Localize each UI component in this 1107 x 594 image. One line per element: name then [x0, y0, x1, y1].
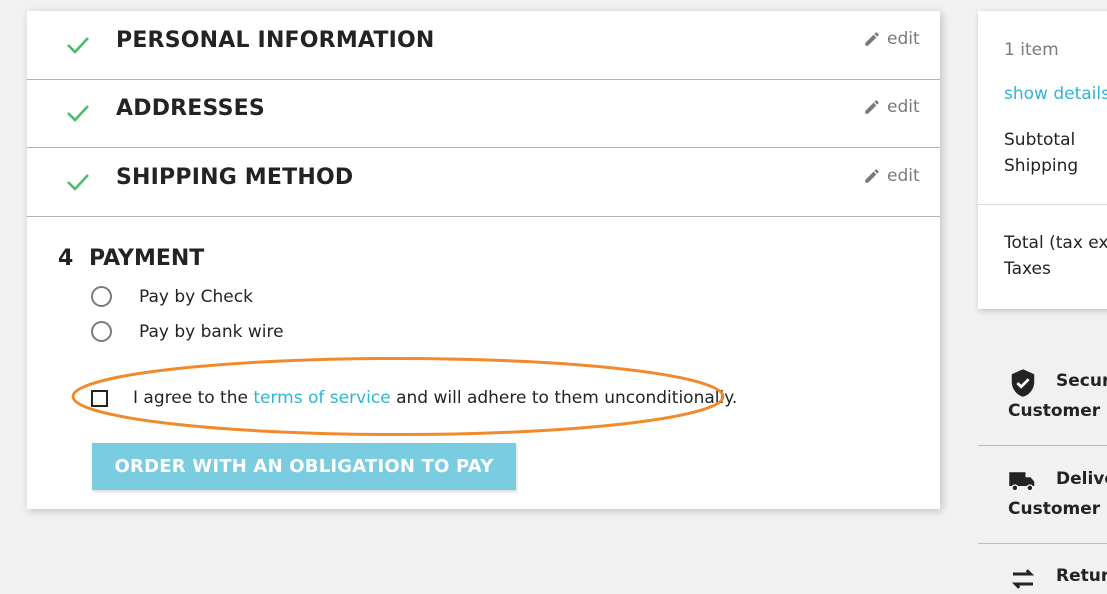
reassurance-title: Retur: [1056, 566, 1107, 586]
divider: [978, 543, 1107, 544]
order-button[interactable]: ORDER WITH AN OBLIGATION TO PAY: [92, 443, 516, 490]
pencil-icon: [865, 169, 879, 183]
edit-link[interactable]: edit: [863, 96, 920, 118]
step-title: PAYMENT: [89, 246, 205, 271]
terms-prefix: I agree to the: [133, 388, 254, 408]
terms-suffix: and will adhere to them unconditionally.: [390, 388, 738, 408]
edit-label: edit: [887, 166, 920, 186]
edit-link[interactable]: edit: [863, 165, 920, 187]
reassurance-title: Delive: [1056, 469, 1107, 489]
payment-option-check[interactable]: Pay by Check: [91, 286, 253, 307]
terms-agreement: I agree to the terms of service and will…: [91, 388, 737, 408]
terms-checkbox[interactable]: [91, 389, 108, 407]
taxes-label: Taxes: [1004, 259, 1051, 279]
edit-link[interactable]: edit: [863, 28, 920, 50]
checkmark-icon: [67, 174, 89, 191]
show-details-link[interactable]: show details: [1004, 84, 1107, 104]
terms-of-service-link[interactable]: terms of service: [253, 388, 390, 408]
radio-button[interactable]: [91, 286, 112, 307]
total-label: Total (tax exc: [1004, 233, 1107, 253]
items-count: 1 item: [1004, 40, 1059, 60]
divider: [978, 445, 1107, 446]
checkout-steps: PERSONAL INFORMATION edit ADDRESSES edit…: [27, 11, 940, 509]
step-title: SHIPPING METHOD: [116, 165, 354, 190]
step-addresses[interactable]: ADDRESSES edit: [27, 79, 940, 148]
payment-option-label: Pay by Check: [139, 286, 253, 307]
edit-label: edit: [887, 29, 920, 49]
pencil-icon: [865, 100, 879, 114]
payment-option-bank-wire[interactable]: Pay by bank wire: [91, 321, 284, 342]
reassurance-title: Secur: [1056, 371, 1107, 391]
checkmark-icon: [67, 105, 89, 122]
step-payment-heading: 4 PAYMENT: [58, 246, 204, 271]
arrows-icon: [1011, 569, 1035, 589]
step-number: 4: [58, 246, 74, 271]
truck-icon: [1009, 472, 1035, 492]
checkmark-icon: [67, 37, 89, 54]
cart-summary: 1 item show details Subtotal Shipping To…: [978, 11, 1107, 309]
radio-button[interactable]: [91, 321, 112, 342]
shield-check-icon: [1011, 369, 1035, 397]
reassurance-subtitle: Customer r: [1008, 401, 1107, 421]
terms-text: I agree to the terms of service and will…: [133, 388, 737, 408]
subtotal-label: Subtotal: [1004, 130, 1076, 150]
step-title: PERSONAL INFORMATION: [116, 28, 435, 53]
shipping-label: Shipping: [1004, 156, 1079, 176]
summary-divider: [978, 204, 1107, 205]
reassurance-subtitle: Customer r: [1008, 499, 1107, 519]
step-shipping-method[interactable]: SHIPPING METHOD edit: [27, 148, 940, 217]
payment-option-label: Pay by bank wire: [139, 321, 284, 342]
step-title: ADDRESSES: [116, 96, 265, 121]
edit-label: edit: [887, 97, 920, 117]
step-personal-information[interactable]: PERSONAL INFORMATION edit: [27, 11, 940, 80]
pencil-icon: [865, 32, 879, 46]
